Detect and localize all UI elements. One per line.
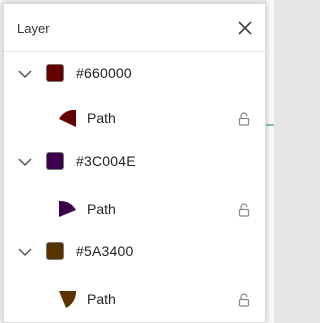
layer-group-label: #5A3400 bbox=[76, 243, 134, 259]
layer-panel: Layer #660000 Path #3C004E Path #5A3400 … bbox=[3, 3, 266, 323]
chevron-down-icon[interactable] bbox=[17, 245, 33, 259]
color-swatch[interactable] bbox=[46, 64, 64, 82]
layer-group-label: #3C004E bbox=[76, 153, 136, 169]
color-swatch[interactable] bbox=[46, 242, 64, 260]
unlock-icon[interactable] bbox=[238, 112, 250, 126]
layer-child-label: Path bbox=[87, 291, 116, 307]
layer-child-label: Path bbox=[87, 201, 116, 217]
color-swatch[interactable] bbox=[46, 152, 64, 170]
canvas-edge bbox=[265, 0, 274, 323]
layer-group-row[interactable]: #5A3400 bbox=[4, 232, 265, 272]
path-shape-icon bbox=[56, 288, 78, 310]
layer-group-row[interactable]: #3C004E bbox=[4, 142, 265, 182]
chevron-down-icon[interactable] bbox=[17, 67, 33, 81]
unlock-icon[interactable] bbox=[238, 293, 250, 307]
layer-group-label: #660000 bbox=[76, 65, 132, 81]
layer-child-row[interactable]: Path bbox=[4, 189, 265, 229]
layer-child-row[interactable]: Path bbox=[4, 279, 265, 319]
path-shape-icon bbox=[56, 107, 78, 129]
path-shape-icon bbox=[56, 198, 78, 220]
close-icon[interactable] bbox=[234, 17, 256, 39]
canvas-marker bbox=[266, 124, 274, 126]
layer-child-label: Path bbox=[87, 110, 116, 126]
layer-group-row[interactable]: #660000 bbox=[4, 54, 265, 94]
panel-header: Layer bbox=[4, 4, 265, 52]
panel-title: Layer bbox=[17, 21, 50, 36]
chevron-down-icon[interactable] bbox=[17, 155, 33, 169]
layer-child-row[interactable]: Path bbox=[4, 98, 265, 138]
unlock-icon[interactable] bbox=[238, 203, 250, 217]
